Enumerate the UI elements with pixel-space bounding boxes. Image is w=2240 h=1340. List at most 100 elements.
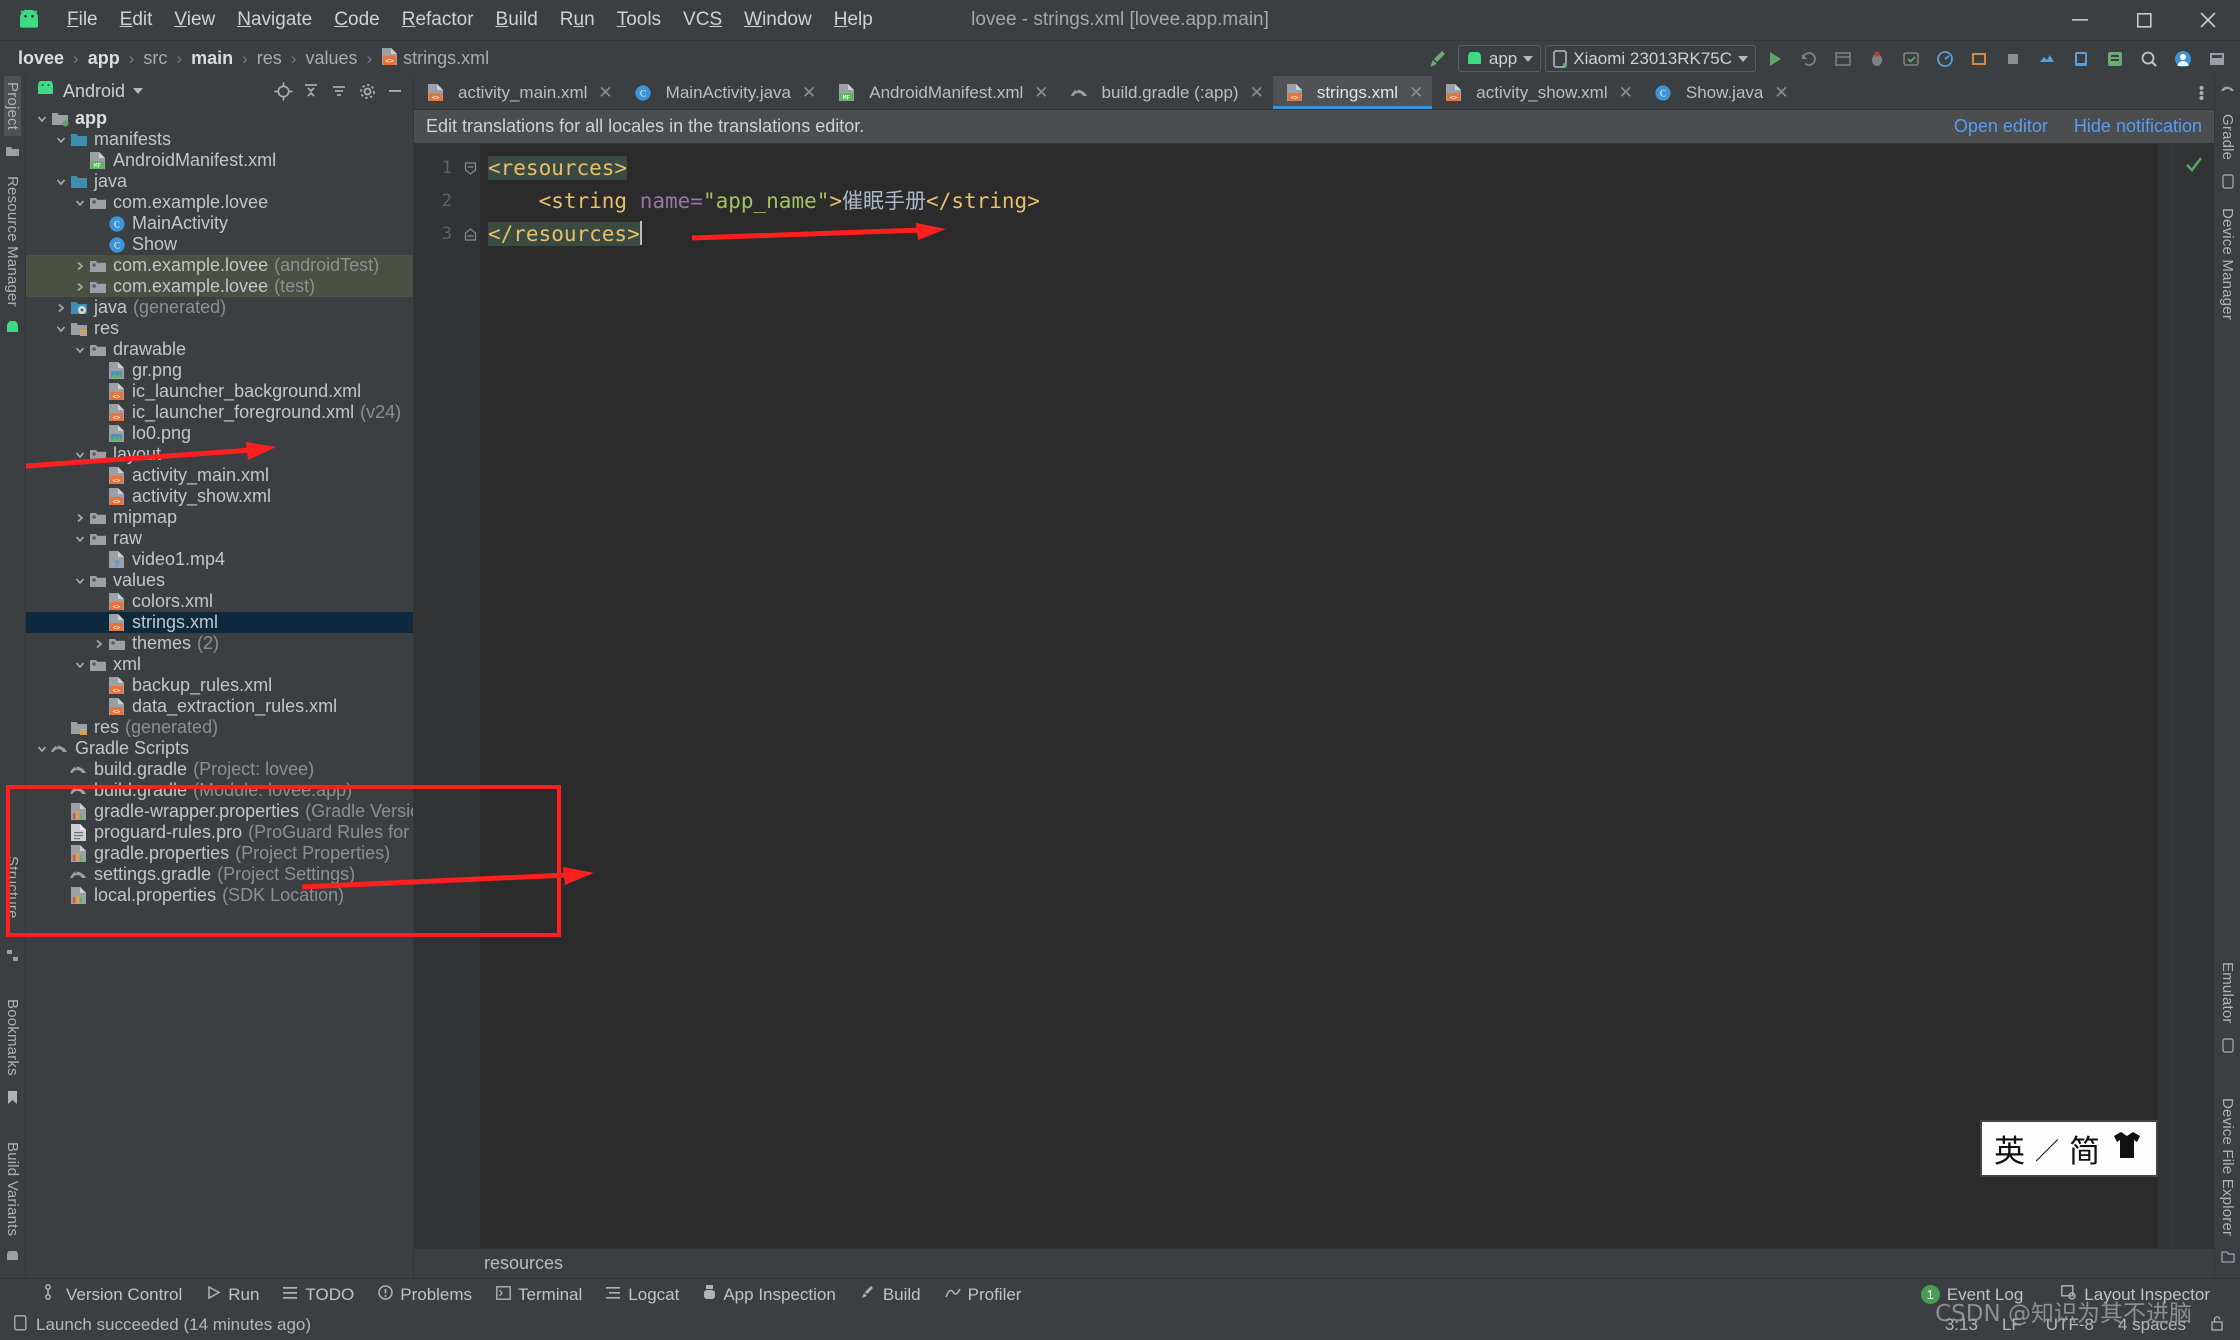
tool-button-terminal[interactable]: Terminal bbox=[486, 1282, 592, 1308]
close-icon[interactable]: ✕ bbox=[1034, 83, 1048, 103]
tree-row[interactable]: Gradle Scripts bbox=[26, 738, 413, 759]
build-variants-icon[interactable] bbox=[5, 1249, 20, 1268]
tree-row[interactable]: java (generated) bbox=[26, 297, 413, 318]
tree-row[interactable]: ? video1.mp4 bbox=[26, 549, 413, 570]
tree-row[interactable]: proguard-rules.pro(ProGuard Rules for lo… bbox=[26, 822, 413, 843]
tool-button-layout-inspector[interactable]: Layout Inspector bbox=[2051, 1282, 2220, 1308]
tree-row[interactable]: app bbox=[26, 108, 413, 129]
indent-setting[interactable]: 4 spaces bbox=[2118, 1315, 2186, 1335]
editor-bottom-breadcrumb[interactable]: resources bbox=[414, 1248, 2214, 1278]
close-icon[interactable]: ✕ bbox=[802, 83, 816, 103]
tree-row[interactable]: res (generated) bbox=[26, 717, 413, 738]
close-icon[interactable]: ✕ bbox=[1774, 83, 1788, 103]
menu-vcs[interactable]: VCS bbox=[672, 5, 733, 35]
tree-row[interactable]: C Show bbox=[26, 234, 413, 255]
tree-row[interactable]: <> backup_rules.xml bbox=[26, 675, 413, 696]
tool-button-app-inspection[interactable]: App Inspection bbox=[693, 1282, 845, 1308]
resource-icon[interactable] bbox=[5, 320, 20, 340]
settings-icon[interactable] bbox=[355, 80, 379, 102]
account-icon[interactable] bbox=[2168, 45, 2198, 73]
editor-tab[interactable]: MF AndroidManifest.xml ✕ bbox=[825, 76, 1057, 109]
code-line[interactable]: </resources> bbox=[488, 218, 2158, 251]
device-manager-icon[interactable] bbox=[1964, 45, 1994, 73]
menu-help[interactable]: Help bbox=[823, 5, 884, 35]
fold-marker-close[interactable] bbox=[460, 218, 480, 251]
tree-row[interactable]: <> data_extraction_rules.xml bbox=[26, 696, 413, 717]
sidebar-item-emulator[interactable]: Emulator bbox=[2219, 956, 2236, 1030]
sidebar-item-structure[interactable]: Structure bbox=[4, 850, 21, 925]
tool-button-profiler[interactable]: Profiler bbox=[935, 1282, 1032, 1308]
menu-build[interactable]: Build bbox=[485, 5, 549, 35]
chevron-down-icon[interactable] bbox=[72, 570, 88, 591]
chevron-right-icon[interactable] bbox=[72, 507, 88, 528]
menu-view[interactable]: View bbox=[163, 5, 226, 35]
tree-row[interactable]: themes (2) bbox=[26, 633, 413, 654]
hide-notification-link[interactable]: Hide notification bbox=[2074, 116, 2202, 137]
hide-icon[interactable] bbox=[383, 80, 407, 102]
chevron-down-icon[interactable] bbox=[53, 129, 69, 150]
tree-row[interactable]: settings.gradle (Project Settings) bbox=[26, 864, 413, 885]
settings-icon[interactable] bbox=[2202, 45, 2232, 73]
chevron-down-icon[interactable] bbox=[53, 171, 69, 192]
code-content[interactable]: <resources> <string name="app_name">催眠手册… bbox=[480, 144, 2158, 1248]
sidebar-item-bookmarks[interactable]: Bookmarks bbox=[4, 993, 21, 1082]
fold-marker-open[interactable] bbox=[460, 152, 480, 185]
tree-row[interactable]: <> ic_launcher_background.xml bbox=[26, 381, 413, 402]
editor-tab[interactable]: C Show.java ✕ bbox=[1642, 76, 1798, 109]
sort-icon[interactable] bbox=[327, 80, 351, 102]
close-icon[interactable]: ✕ bbox=[1619, 83, 1633, 103]
chevron-down-icon[interactable] bbox=[72, 339, 88, 360]
sidebar-item-build-variants[interactable]: Build Variants bbox=[4, 1136, 21, 1242]
tree-row[interactable]: build.gradle (Project: lovee) bbox=[26, 759, 413, 780]
tree-row[interactable]: <> colors.xml bbox=[26, 591, 413, 612]
apply-changes-icon[interactable] bbox=[1828, 45, 1858, 73]
chevron-down-icon[interactable] bbox=[72, 654, 88, 675]
tree-row[interactable]: manifests bbox=[26, 129, 413, 150]
module-selector[interactable]: app bbox=[1457, 45, 1542, 72]
minimize-button[interactable] bbox=[2048, 0, 2112, 40]
close-icon[interactable]: ✕ bbox=[1250, 83, 1264, 103]
structure-icon[interactable] bbox=[6, 949, 19, 967]
editor-tab[interactable]: C MainActivity.java ✕ bbox=[622, 76, 826, 109]
menu-window[interactable]: Window bbox=[733, 5, 823, 35]
tree-row[interactable]: drawable bbox=[26, 339, 413, 360]
maximize-button[interactable] bbox=[2112, 0, 2176, 40]
collapse-all-icon[interactable] bbox=[299, 80, 323, 102]
tree-row[interactable]: gradle.properties (Project Properties) bbox=[26, 843, 413, 864]
code-folding-gutter[interactable] bbox=[460, 144, 480, 1248]
search-icon[interactable] bbox=[2134, 45, 2164, 73]
close-icon[interactable]: ✕ bbox=[1409, 83, 1423, 103]
debug-icon[interactable] bbox=[1862, 45, 1892, 73]
menu-code[interactable]: Code bbox=[323, 5, 390, 35]
editor-tab-bar[interactable]: <> activity_main.xml ✕ C MainActivity.java ✕ M… bbox=[414, 76, 2214, 110]
breadcrumb-item-values[interactable]: values bbox=[301, 46, 361, 71]
build-hammer-icon[interactable] bbox=[1424, 45, 1454, 73]
device-selector[interactable]: Xiaomi 23013RK75C bbox=[1545, 45, 1756, 72]
stop-icon[interactable] bbox=[1998, 45, 2028, 73]
editor-tab[interactable]: <> activity_main.xml ✕ bbox=[414, 76, 622, 109]
menu-edit[interactable]: Edit bbox=[109, 5, 164, 35]
tree-row[interactable]: lo0.png bbox=[26, 423, 413, 444]
tool-button-problems[interactable]: Problems bbox=[368, 1282, 482, 1308]
breadcrumb-item-project[interactable]: lovee bbox=[14, 46, 68, 71]
run-icon[interactable] bbox=[1760, 45, 1790, 73]
tool-button-build[interactable]: Build bbox=[850, 1281, 931, 1308]
breadcrumb-item-src[interactable]: src bbox=[139, 46, 171, 71]
tree-row[interactable]: com.example.lovee (androidTest) bbox=[26, 255, 413, 276]
tool-button-version-control[interactable]: Version Control bbox=[34, 1281, 192, 1308]
chevron-right-icon[interactable] bbox=[91, 633, 107, 654]
code-editor[interactable]: 1 2 3 <resources> <string name="app_name">… bbox=[414, 144, 2214, 1248]
inspection-ok-icon[interactable] bbox=[2184, 154, 2204, 179]
unlocked-icon[interactable] bbox=[2210, 1315, 2224, 1336]
breadcrumb-item-module[interactable]: app bbox=[84, 46, 124, 71]
chevron-down-icon[interactable] bbox=[34, 738, 50, 759]
menu-file[interactable]: File bbox=[56, 5, 109, 35]
apply-code-changes-icon[interactable] bbox=[1896, 45, 1926, 73]
tree-row[interactable]: C MainActivity bbox=[26, 213, 413, 234]
tree-row[interactable]: <> strings.xml bbox=[26, 612, 413, 633]
tool-button-todo[interactable]: TODO bbox=[273, 1282, 364, 1308]
tree-row[interactable]: <> ic_launcher_foreground.xml (v24) bbox=[26, 402, 413, 423]
menu-run[interactable]: Run bbox=[549, 5, 606, 35]
avd-manager-icon[interactable] bbox=[2066, 45, 2096, 73]
profiler-icon[interactable] bbox=[1930, 45, 1960, 73]
